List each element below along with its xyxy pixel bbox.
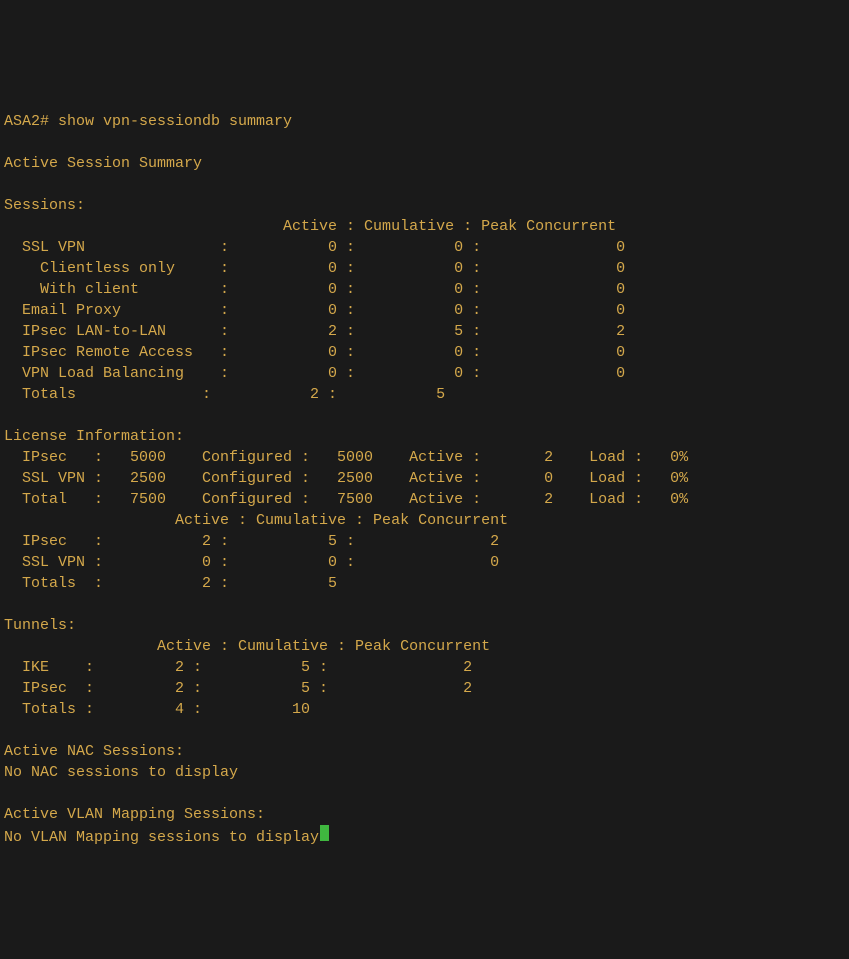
cursor-icon (320, 825, 329, 841)
license-sub-totals: Totals : 2 : 5 (4, 575, 337, 592)
prompt: ASA2# show vpn-sessiondb summary (4, 113, 292, 130)
license-heading: License Information: (4, 428, 184, 445)
vlan-msg: No VLAN Mapping sessions to display (4, 825, 329, 848)
tunnel-rows: IKE : 2 : 5 : 2 IPsec : 2 : 5 : 2 (4, 659, 472, 697)
session-totals: Totals : 2 : 5 (4, 386, 445, 403)
tunnels-heading: Tunnels: (4, 617, 76, 634)
nac-heading: Active NAC Sessions: (4, 743, 184, 760)
tunnels-col-header: Active : Cumulative : Peak Concurrent (4, 638, 490, 655)
vlan-heading: Active VLAN Mapping Sessions: (4, 806, 265, 823)
license-sub-header: Active : Cumulative : Peak Concurrent (4, 512, 508, 529)
tunnel-totals: Totals : 4 : 10 (4, 701, 310, 718)
nac-msg: No NAC sessions to display (4, 762, 238, 783)
terminal-output: ASA2# show vpn-sessiondb summary Active … (4, 90, 845, 848)
sessions-col-header: Active : Cumulative : Peak Concurrent (4, 218, 616, 235)
license-sub-rows: IPsec : 2 : 5 : 2 SSL VPN : 0 : 0 : 0 (4, 533, 499, 571)
license-rows: IPsec : 5000 Configured : 5000 Active : … (4, 449, 688, 508)
summary-title: Active Session Summary (4, 155, 202, 172)
sessions-heading: Sessions: (4, 197, 85, 214)
session-row: SSL VPN : 0 : 0 : 0 Clientless only : 0 … (4, 239, 625, 382)
